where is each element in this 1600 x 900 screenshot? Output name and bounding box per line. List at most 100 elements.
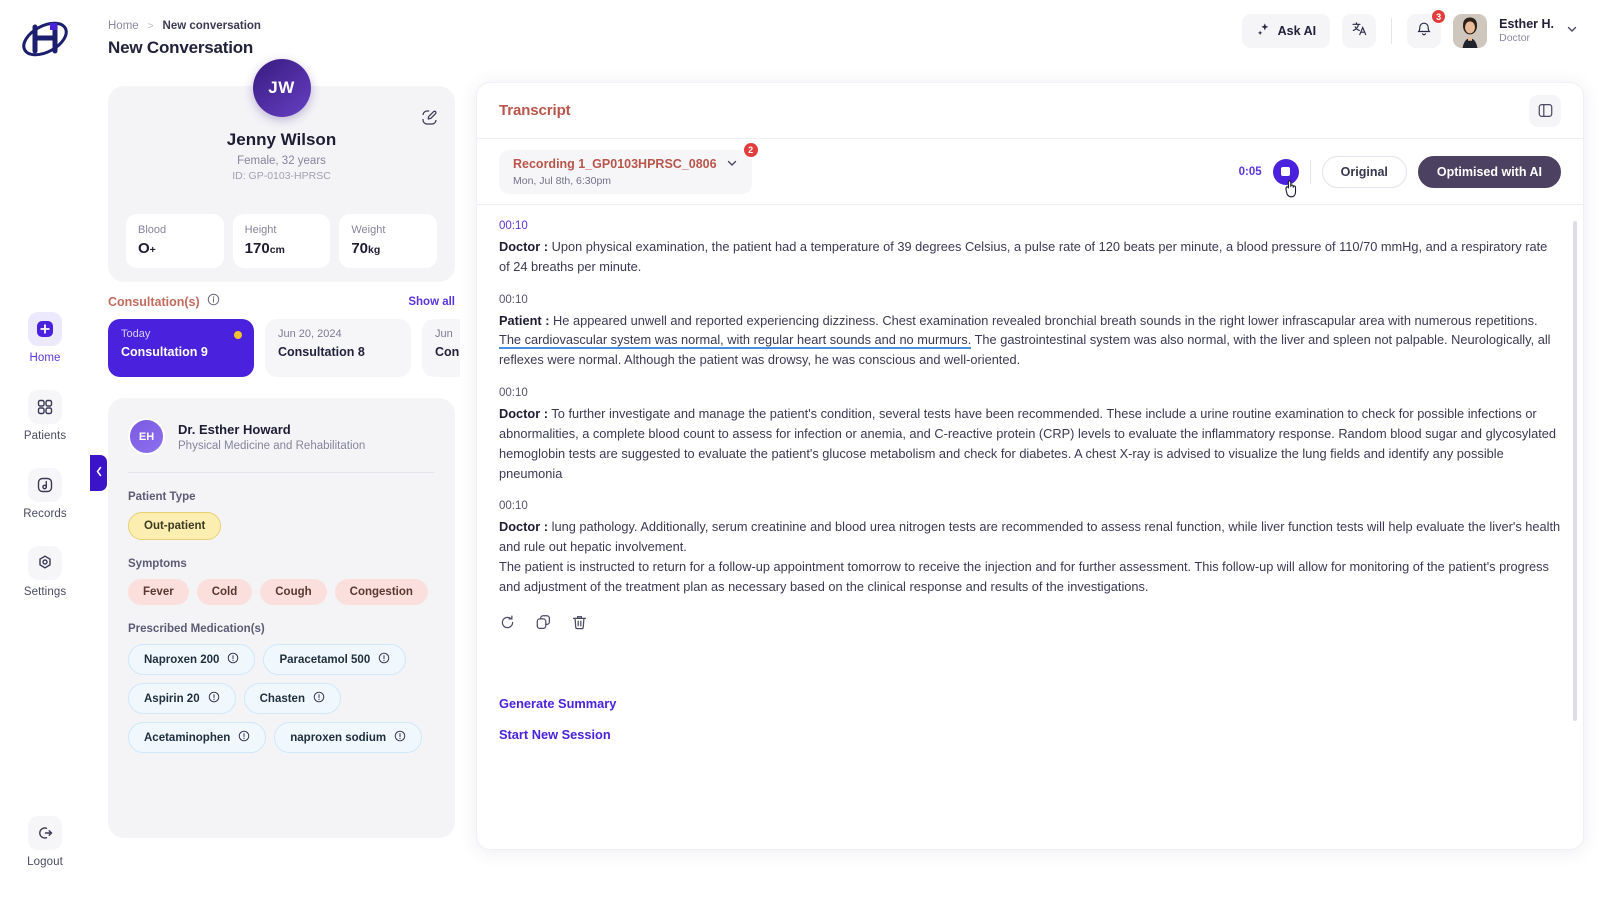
consultations-list: Today Consultation 9 Jun 20, 2024 Consul…: [108, 319, 460, 377]
avatar[interactable]: [1453, 14, 1488, 48]
regenerate-icon[interactable]: [499, 614, 516, 636]
medication-chip[interactable]: naproxen sodium: [274, 722, 423, 753]
info-icon[interactable]: [378, 652, 390, 667]
medication-name: Acetaminophen: [144, 731, 231, 744]
patient-vitals: Blood O+ Height 170cm Weight 70kg: [126, 214, 438, 268]
view-original-button[interactable]: Original: [1321, 155, 1407, 188]
stop-icon: [1281, 167, 1291, 176]
mouse-cursor: [1282, 175, 1302, 204]
recording-date: Mon, Jul 8th, 6:30pm: [513, 174, 612, 187]
generate-summary-link[interactable]: Generate Summary: [499, 696, 1561, 711]
vital-weight-number: 70: [351, 240, 369, 257]
recording-selector[interactable]: Recording 1_GP0103HPRSC_0806 Mon, Jul 8t…: [499, 141, 759, 194]
medication-name: Chasten: [259, 692, 305, 705]
transcript-tools: [499, 614, 1561, 636]
transcript-panel: Transcript Recording 1_GP0103HPRSC_0806 …: [476, 82, 1584, 850]
sidebar-item-records[interactable]: Records: [17, 468, 73, 520]
transcript-scrollbar[interactable]: [1573, 221, 1577, 721]
info-icon[interactable]: [394, 730, 406, 745]
sidebar-label-records: Records: [23, 508, 67, 520]
start-new-session-link[interactable]: Start New Session: [499, 727, 1561, 742]
transcript-timestamp: 00:10: [499, 387, 528, 400]
header-actions: Ask AI 3 Esther H. Doctor: [1241, 9, 1578, 48]
recording-name-row: Recording 1_GP0103HPRSC_0806: [513, 157, 738, 172]
symptom-chip[interactable]: Congestion: [334, 579, 428, 605]
info-icon[interactable]: [313, 691, 325, 706]
info-icon[interactable]: [208, 691, 220, 706]
user-name: Esther H.: [1499, 16, 1554, 31]
transcript-entry: 00:10 Doctor : To further investigate an…: [499, 387, 1561, 483]
medication-chip[interactable]: Paracetamol 500: [263, 644, 407, 675]
transcript-body: 00:10 Doctor : Upon physical examination…: [477, 206, 1583, 849]
transcript-speaker: Doctor :: [499, 519, 549, 535]
symptom-chip[interactable]: Fever: [128, 579, 189, 605]
view-optimised-button[interactable]: Optimised with AI: [1417, 155, 1561, 188]
consultation-name: Consultation 9: [121, 345, 208, 359]
edit-patient-button[interactable]: [420, 108, 439, 132]
chevron-left-icon: [95, 464, 103, 482]
vital-height: Height 170cm: [232, 214, 331, 268]
sidebar-item-patients[interactable]: Patients: [17, 390, 73, 442]
notifications-button[interactable]: 3: [1407, 9, 1447, 48]
grid-icon: [28, 390, 62, 424]
show-all-link[interactable]: Show all: [408, 296, 455, 308]
user-menu[interactable]: Esther H. Doctor: [1499, 17, 1578, 46]
medication-chip[interactable]: Naproxen 200: [128, 644, 256, 675]
breadcrumb-home[interactable]: Home: [108, 20, 139, 32]
header-divider: [1391, 18, 1393, 44]
consultations-header: Consultation(s) Show all: [108, 293, 455, 311]
transcript-speaker: Patient :: [499, 312, 550, 328]
transcript-text: He appeared unwell and reported experien…: [553, 312, 1538, 328]
sparkle-icon: [1256, 22, 1271, 40]
vital-weight: Weight 70kg: [339, 214, 438, 268]
medication-chip[interactable]: Acetaminophen: [128, 722, 267, 753]
logout-button[interactable]: Logout: [27, 816, 63, 868]
consultation-card[interactable]: Jun Con: [422, 319, 460, 377]
doctor-avatar: EH: [128, 418, 165, 455]
transcript-line: Doctor : lung pathology. Additionally, s…: [499, 517, 1561, 557]
patient-type-label: Patient Type: [128, 491, 196, 503]
collapse-panel-handle[interactable]: [90, 455, 107, 491]
vital-blood-label: Blood: [138, 224, 167, 236]
info-icon[interactable]: [238, 730, 250, 745]
transcript-text: Upon physical examination, the patient h…: [499, 239, 1548, 274]
transcript-header: Transcript: [477, 83, 1583, 139]
consultation-card[interactable]: Today Consultation 9: [108, 319, 254, 377]
transcript-timestamp: 00:10: [499, 220, 528, 232]
breadcrumb: Home > New conversation: [108, 20, 261, 32]
medication-chip[interactable]: Aspirin 20: [128, 683, 236, 714]
translate-button[interactable]: [1342, 14, 1377, 48]
plus-square-icon: [28, 312, 62, 346]
symptom-chip[interactable]: Cough: [260, 579, 327, 605]
stop-recording-button[interactable]: [1272, 158, 1299, 197]
symptom-chip[interactable]: Cold: [196, 579, 253, 605]
ask-ai-label: Ask AI: [1277, 24, 1317, 38]
sidebar-item-home[interactable]: Home: [17, 312, 73, 364]
transcript-entry: 00:10 Doctor : lung pathology. Additiona…: [499, 500, 1561, 596]
info-icon[interactable]: [207, 293, 220, 311]
toolbar-divider: [1309, 159, 1311, 184]
consultation-name: Consultation 8: [278, 345, 365, 359]
transcript-toolbar: Recording 1_GP0103HPRSC_0806 Mon, Jul 8t…: [477, 139, 1583, 205]
medication-name: naproxen sodium: [290, 731, 387, 744]
transcript-line: Doctor : Upon physical examination, the …: [499, 237, 1561, 277]
medication-chip[interactable]: Chasten: [243, 683, 341, 714]
transcript-entry: 00:10 Patient : He appeared unwell and r…: [499, 294, 1561, 370]
panel-layout-icon[interactable]: [1529, 94, 1561, 127]
medications-label: Prescribed Medication(s): [128, 623, 265, 635]
symptoms-label: Symptoms: [128, 558, 187, 570]
sidebar-item-settings[interactable]: Settings: [17, 546, 73, 598]
delete-icon[interactable]: [571, 614, 588, 636]
sidebar-nav: Home Patients Records Settings: [17, 312, 73, 598]
patient-type-chip[interactable]: Out-patient: [128, 512, 222, 540]
ask-ai-button[interactable]: Ask AI: [1241, 14, 1331, 48]
info-icon[interactable]: [227, 652, 239, 667]
transcript-line: Patient : He appeared unwell and reporte…: [499, 311, 1561, 370]
medication-name: Naproxen 200: [144, 653, 220, 666]
transcript-highlight: The cardiovascular system was normal, wi…: [499, 332, 972, 350]
copy-icon[interactable]: [535, 614, 552, 636]
app-logo[interactable]: [18, 16, 72, 62]
consultation-card[interactable]: Jun 20, 2024 Consultation 8: [265, 319, 411, 377]
vital-weight-unit: kg: [368, 244, 381, 256]
logout-label: Logout: [27, 856, 63, 868]
